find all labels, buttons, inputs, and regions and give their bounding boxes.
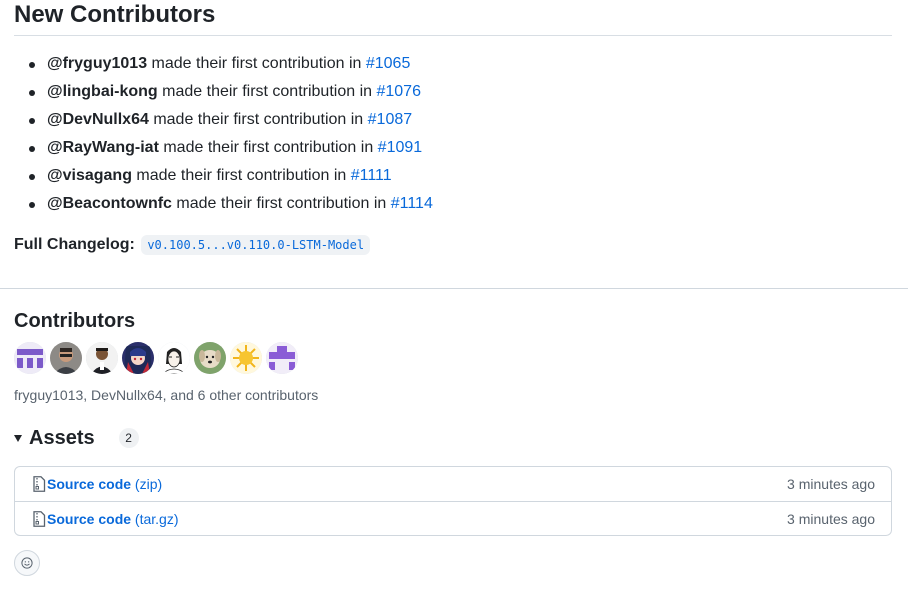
pr-link[interactable]: #1076 <box>376 83 421 100</box>
new-contributors-heading: New Contributors <box>14 1 216 28</box>
source-code-targz-link[interactable]: Source code (tar.gz) <box>47 511 179 527</box>
user-link[interactable]: @RayWang-iat <box>47 139 159 156</box>
user-link[interactable]: @DevNullx64 <box>47 111 149 128</box>
list-item: @Beacontownfc made their first contribut… <box>14 190 433 218</box>
assets-title: Assets <box>29 426 95 449</box>
user-link[interactable]: @visagang <box>47 167 132 184</box>
changelog-compare-link[interactable]: v0.100.5...v0.110.0-LSTM-Model <box>141 235 371 255</box>
asset-timestamp: 3 minutes ago <box>787 511 875 527</box>
contributors-summary: fryguy1013, DevNullx64, and 6 other cont… <box>14 387 319 403</box>
list-item: @DevNullx64 made their first contributio… <box>14 106 433 134</box>
contributors-heading: Contributors <box>14 310 136 332</box>
photo-avatar-1[interactable] <box>50 342 82 374</box>
heading-divider <box>14 35 892 36</box>
identicon-violet-avatar[interactable] <box>266 342 298 374</box>
assets-count-badge: 2 <box>118 428 139 448</box>
assets-list: Source code (zip) 3 minutes ago Source c… <box>14 466 892 536</box>
sun-avatar[interactable] <box>230 342 262 374</box>
pr-link[interactable]: #1087 <box>368 111 413 128</box>
identicon-purple-avatar[interactable] <box>14 342 46 374</box>
file-zip-icon <box>33 511 46 527</box>
asset-timestamp: 3 minutes ago <box>787 476 875 492</box>
pr-link[interactable]: #1114 <box>391 195 433 212</box>
user-link[interactable]: @Beacontownfc <box>47 195 172 212</box>
dog-avatar[interactable] <box>194 342 226 374</box>
pr-link[interactable]: #1111 <box>351 167 392 184</box>
asset-row: Source code (zip) 3 minutes ago <box>15 467 891 501</box>
list-item: @RayWang-iat made their first contributi… <box>14 134 433 162</box>
asset-row: Source code (tar.gz) 3 minutes ago <box>15 501 891 536</box>
photo-avatar-2[interactable] <box>86 342 118 374</box>
full-changelog: Full Changelog: v0.100.5...v0.110.0-LSTM… <box>14 233 371 257</box>
source-code-zip-link[interactable]: Source code (zip) <box>47 476 162 492</box>
anime-avatar[interactable] <box>122 342 154 374</box>
pr-link[interactable]: #1065 <box>366 55 411 72</box>
pr-link[interactable]: #1091 <box>378 139 423 156</box>
smiley-icon <box>21 557 33 569</box>
contributors-avatars <box>14 342 298 374</box>
assets-toggle[interactable]: Assets 2 <box>14 424 139 452</box>
section-divider <box>0 288 908 289</box>
file-zip-icon <box>33 476 46 492</box>
caret-down-icon <box>14 434 22 442</box>
new-contributors-list: @fryguy1013 made their first contributio… <box>14 50 433 218</box>
list-item: @fryguy1013 made their first contributio… <box>14 50 433 78</box>
release-notes: New Contributors @fryguy1013 made their … <box>0 0 908 590</box>
user-link[interactable]: @fryguy1013 <box>47 55 147 72</box>
user-link[interactable]: @lingbai-kong <box>47 83 158 100</box>
changelog-label: Full Changelog <box>14 236 130 253</box>
list-item: @visagang made their first contribution … <box>14 162 433 190</box>
list-item: @lingbai-kong made their first contribut… <box>14 78 433 106</box>
sketch-avatar[interactable] <box>158 342 190 374</box>
add-reaction-button[interactable] <box>14 550 40 576</box>
